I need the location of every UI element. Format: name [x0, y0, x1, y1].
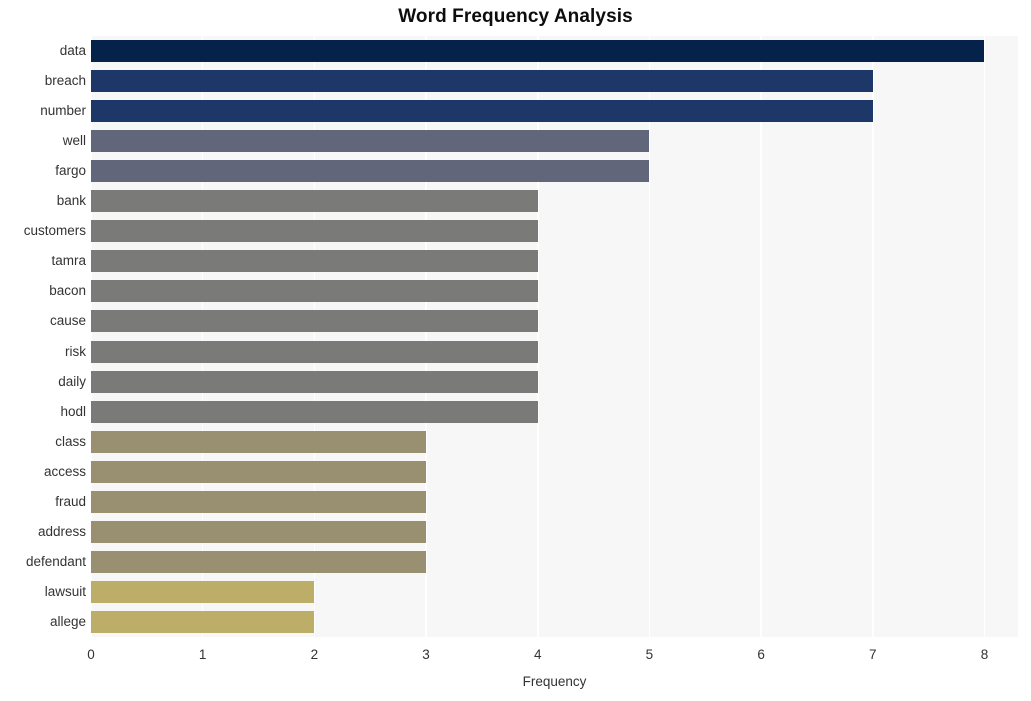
bar-address[interactable]: [91, 520, 427, 543]
bar-cause[interactable]: [91, 310, 538, 333]
y-tick-label-cause: cause: [49, 313, 86, 329]
bar-access[interactable]: [91, 460, 427, 483]
y-tick-label-bank: bank: [56, 193, 86, 209]
y-tick-label-risk: risk: [65, 343, 86, 359]
chart-figure: Word Frequency Analysis data breach number…: [0, 0, 1031, 701]
y-tick-label-access: access: [43, 463, 86, 479]
x-tick-label-5: 5: [645, 647, 654, 662]
y-tick-label-daily: daily: [58, 373, 86, 389]
y-tick-label-allege: allege: [49, 613, 86, 629]
y-tick-label-address: address: [37, 523, 86, 539]
y-tick-label-fargo: fargo: [55, 163, 86, 179]
bar-class[interactable]: [91, 430, 427, 453]
x-tick-label-7: 7: [869, 647, 877, 662]
y-axis: data breach number well fargo bank customers ta…: [0, 36, 86, 637]
y-tick-label-number: number: [40, 103, 86, 119]
bar-fraud[interactable]: [91, 490, 427, 513]
x-tick-label-2: 2: [310, 647, 319, 662]
bar-breach[interactable]: [91, 70, 873, 93]
y-tick-label-data: data: [59, 43, 86, 59]
y-tick-label-breach: breach: [44, 73, 86, 89]
y-tick-label-defendant: defendant: [25, 553, 86, 569]
y-tick-label-fraud: fraud: [55, 493, 86, 509]
bar-lawsuit[interactable]: [91, 580, 315, 603]
y-tick-label-well: well: [62, 133, 86, 149]
page-title: Word Frequency Analysis: [398, 6, 633, 27]
bar-daily[interactable]: [91, 370, 538, 393]
bar-fargo[interactable]: [91, 160, 650, 183]
bars-container: [91, 36, 1018, 637]
y-tick-label-tamra: tamra: [51, 253, 86, 269]
bar-customers[interactable]: [91, 220, 538, 243]
bar-tamra[interactable]: [91, 250, 538, 273]
bar-bacon[interactable]: [91, 280, 538, 303]
x-axis-label: Frequency: [522, 674, 587, 689]
plot-area: [91, 36, 1018, 637]
bar-risk[interactable]: [91, 340, 538, 363]
y-tick-label-lawsuit: lawsuit: [44, 583, 86, 599]
x-axis-ticks: 0 1 2 3 4 5 6 7 8: [87, 645, 1018, 667]
y-tick-label-customers: customers: [23, 223, 86, 239]
bar-number[interactable]: [91, 100, 873, 123]
y-tick-label-hodl: hodl: [60, 403, 86, 419]
bar-hodl[interactable]: [91, 400, 538, 423]
x-tick-label-1: 1: [198, 647, 207, 662]
bar-data[interactable]: [91, 40, 985, 63]
x-tick-label-8: 8: [980, 647, 989, 662]
x-tick-label-3: 3: [422, 647, 430, 662]
bar-bank[interactable]: [91, 190, 538, 213]
y-tick-label-bacon: bacon: [49, 283, 86, 299]
bar-well[interactable]: [91, 130, 650, 153]
x-tick-label-0: 0: [87, 647, 95, 662]
x-tick-label-6: 6: [757, 647, 765, 662]
x-tick-label-4: 4: [533, 647, 542, 662]
bar-allege[interactable]: [91, 610, 315, 633]
bar-defendant[interactable]: [91, 550, 427, 573]
y-tick-label-class: class: [55, 433, 86, 449]
